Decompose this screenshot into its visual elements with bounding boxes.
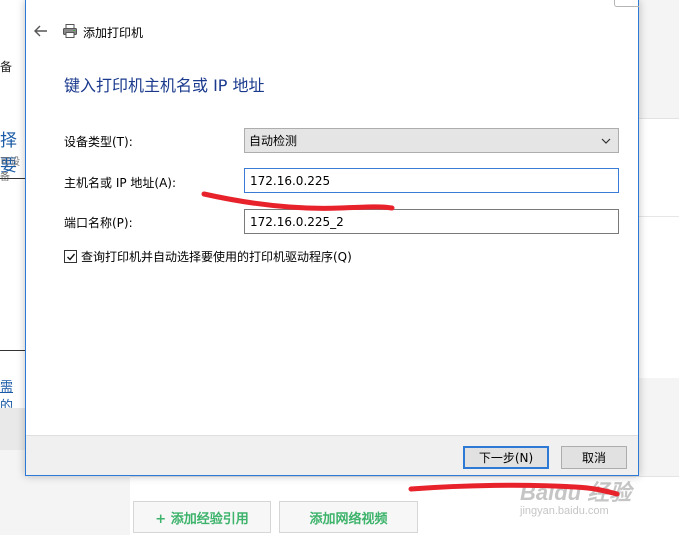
page-heading: 键入打印机主机名或 IP 地址	[64, 76, 265, 95]
query-printer-option[interactable]: 查询打印机并自动选择要使用的打印机驱动程序(Q)	[64, 248, 352, 265]
chevron-down-icon	[601, 138, 611, 144]
host-label: 主机名或 IP 地址(A):	[64, 176, 177, 190]
baidu-watermark: Baidu 经验 jingyan.baidu.com	[520, 475, 670, 530]
background-right-panel	[639, 118, 679, 378]
port-input-value: 172.16.0.225_2	[250, 214, 344, 229]
dialog-title: 添加打印机	[83, 26, 144, 40]
dialog-footer: 下一步(N) 取消	[26, 435, 638, 475]
query-printer-checkbox[interactable]	[64, 250, 77, 263]
add-printer-dialog: 添加打印机 键入打印机主机名或 IP 地址 设备类型(T): 自动检测 主机名或…	[25, 0, 639, 476]
host-input-value: 172.16.0.225	[250, 173, 331, 188]
cancel-button[interactable]: 取消	[561, 446, 627, 469]
port-label: 端口名称(P):	[64, 216, 133, 230]
printer-icon	[63, 24, 77, 38]
watermark-url: jingyan.baidu.com	[520, 505, 609, 517]
back-arrow-icon	[34, 25, 47, 37]
background-left-text: 备	[0, 60, 13, 74]
background-divider	[639, 216, 679, 217]
background-divider	[0, 350, 26, 351]
background-gray-block	[0, 408, 26, 450]
background-left-panel: 备 择要 可设备 需的	[0, 0, 26, 450]
host-input[interactable]: 172.16.0.225	[244, 168, 619, 193]
query-printer-checkbox-label: 查询打印机并自动选择要使用的打印机驱动程序(Q)	[81, 250, 352, 264]
back-button[interactable]	[32, 22, 50, 40]
next-button[interactable]: 下一步(N)	[463, 446, 549, 469]
add-experience-reference-button[interactable]: + 添加经验引用	[133, 501, 271, 533]
port-name-input[interactable]: 172.16.0.225_2	[244, 209, 619, 234]
watermark-logo: Baidu 经验	[520, 480, 632, 505]
add-web-video-button[interactable]: 添加网络视频	[279, 501, 418, 533]
device-type-label: 设备类型(T):	[64, 135, 133, 149]
background-divider	[0, 178, 26, 179]
device-type-select[interactable]: 自动检测	[244, 128, 619, 153]
checkmark-icon	[66, 253, 75, 261]
close-button[interactable]	[614, 0, 639, 7]
device-type-value: 自动检测	[249, 134, 298, 148]
